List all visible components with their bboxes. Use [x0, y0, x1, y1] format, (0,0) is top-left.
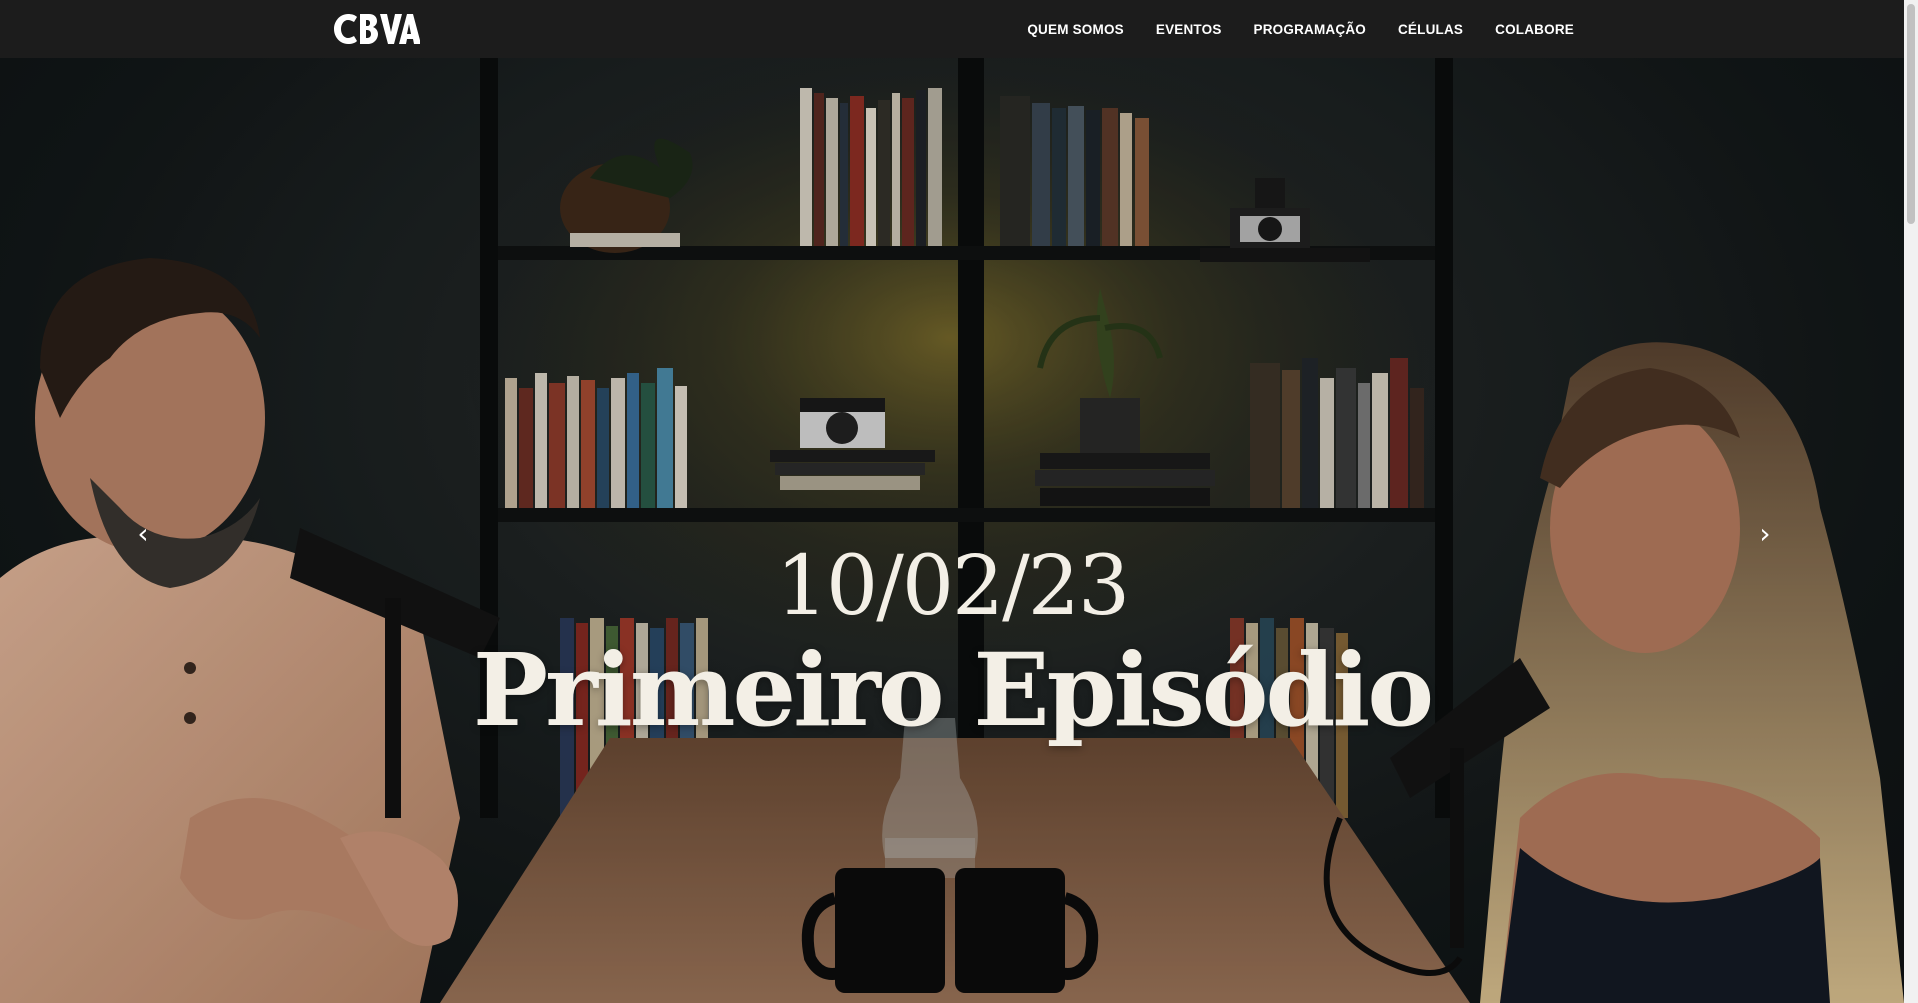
nav-item-celulas[interactable]: CÉLULAS — [1398, 22, 1463, 37]
slide-title: Primeiro Episódio — [472, 631, 1434, 749]
chevron-left-icon: ‹ — [137, 516, 149, 550]
nav-item-colabore[interactable]: COLABORE — [1495, 22, 1574, 37]
top-navbar: QUEM SOMOS EVENTOS PROGRAMAÇÃO CÉLULAS C… — [0, 0, 1904, 58]
hero-slide-image — [0, 58, 1904, 1003]
page: QUEM SOMOS EVENTOS PROGRAMAÇÃO CÉLULAS C… — [0, 0, 1918, 1003]
slider-prev-button[interactable]: ‹ — [128, 513, 158, 553]
scrollbar-thumb[interactable] — [1907, 4, 1915, 224]
nav-item-quem-somos[interactable]: QUEM SOMOS — [1027, 22, 1124, 37]
slider-next-button[interactable]: › — [1750, 513, 1780, 553]
nav-item-programacao[interactable]: PROGRAMAÇÃO — [1254, 22, 1366, 37]
brand-logo[interactable] — [330, 6, 420, 52]
chevron-right-icon: › — [1759, 516, 1771, 550]
nav-item-eventos[interactable]: EVENTOS — [1156, 22, 1222, 37]
logo-mark — [334, 14, 420, 44]
page-scrollbar[interactable] — [1904, 0, 1918, 1003]
hero-slider: ‹ › 10/02/23 Primeiro Episódio — [0, 58, 1904, 1003]
slide-date: 10/02/23 — [775, 539, 1130, 634]
main-menu: QUEM SOMOS EVENTOS PROGRAMAÇÃO CÉLULAS C… — [1027, 0, 1574, 58]
